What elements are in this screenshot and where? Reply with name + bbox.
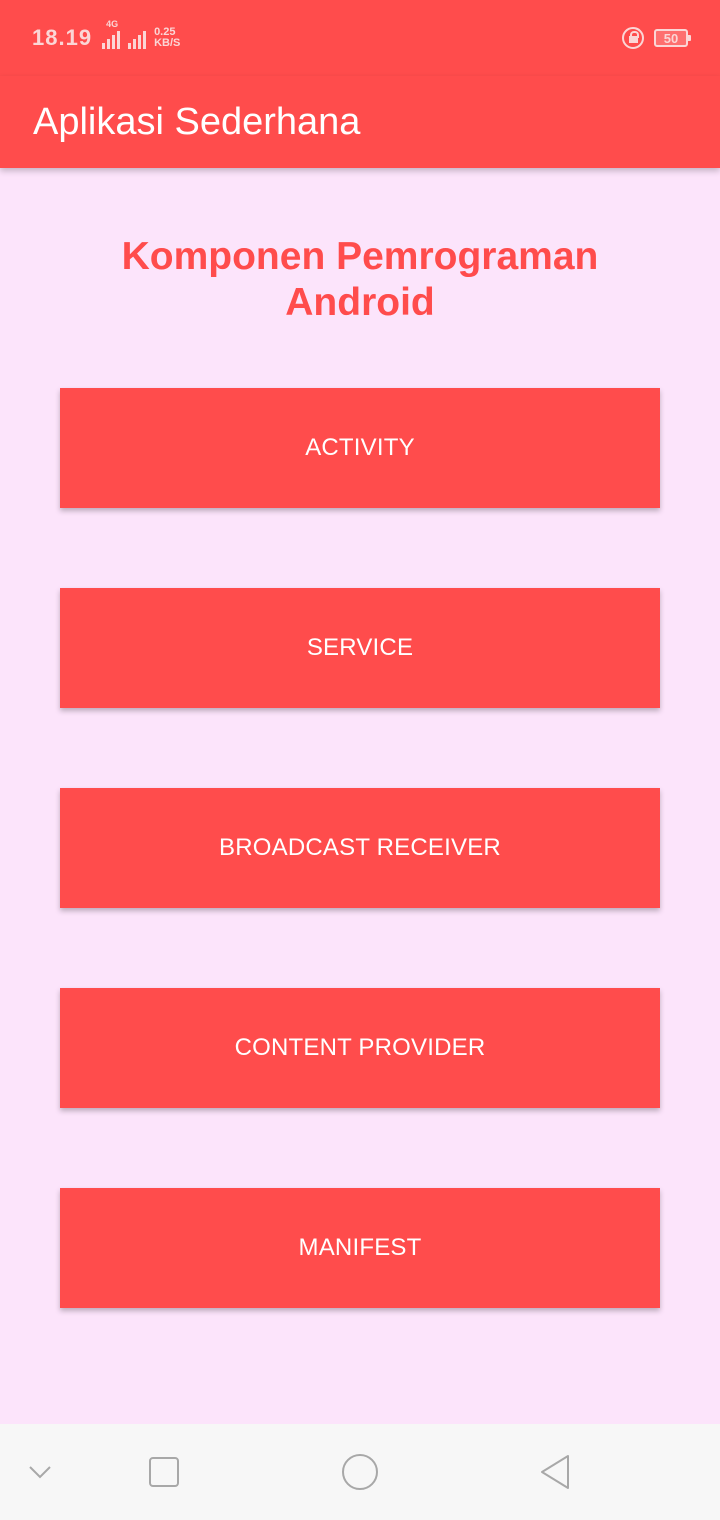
broadcast-receiver-button[interactable]: BROADCAST RECEIVER: [60, 788, 660, 908]
app-title: Aplikasi Sederhana: [33, 100, 361, 143]
heading-line-1: Komponen Pemrograman: [121, 235, 599, 278]
back-icon[interactable]: [525, 1442, 585, 1502]
activity-button[interactable]: ACTIVITY: [60, 388, 660, 508]
battery-icon: 50: [654, 29, 691, 47]
chevron-down-icon[interactable]: [10, 1442, 70, 1502]
recents-icon[interactable]: [134, 1442, 194, 1502]
network-speed: 0.25 KB/S: [154, 27, 180, 49]
network-type: 4G: [106, 19, 119, 29]
navigation-bar: [0, 1424, 720, 1520]
speed-unit: KB/S: [154, 37, 181, 49]
manifest-button[interactable]: MANIFEST: [60, 1188, 660, 1308]
heading-line-2: Android: [285, 281, 435, 324]
content-provider-button[interactable]: CONTENT PROVIDER: [60, 988, 660, 1108]
page-heading: Komponen Pemrograman Android: [0, 234, 720, 326]
status-time: 18.19: [32, 25, 93, 50]
status-bar: 18.19 4G 0.25 KB/S 50: [0, 0, 720, 76]
home-icon[interactable]: [330, 1442, 390, 1502]
service-button[interactable]: SERVICE: [60, 588, 660, 708]
app-bar: Aplikasi Sederhana: [0, 76, 720, 168]
rotation-lock-icon: [622, 27, 644, 49]
battery-level: 50: [663, 30, 679, 46]
signal-icon: [128, 27, 147, 49]
signal-icon: 4G: [102, 19, 121, 49]
